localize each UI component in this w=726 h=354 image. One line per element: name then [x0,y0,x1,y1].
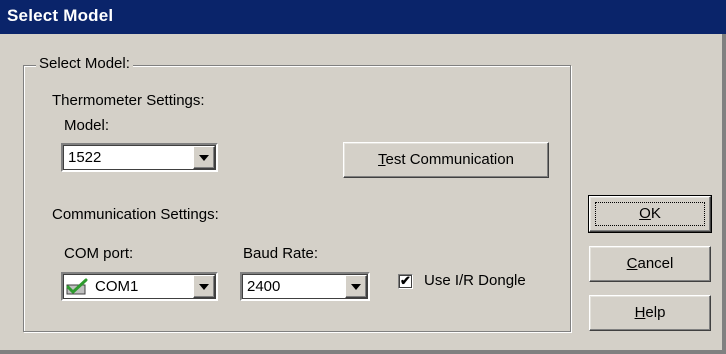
test-label: est Communication [385,151,514,168]
chevron-down-icon [199,155,209,161]
model-select[interactable]: 1522 [61,143,218,172]
checkmark-icon: ✔ [400,273,411,288]
help-mnemonic: H [634,304,646,321]
cancel-button[interactable]: Cancel [589,246,711,282]
ok-button[interactable]: OK [588,195,712,233]
communication-settings-heading: Communication Settings: [52,206,219,223]
title-bar[interactable]: Select Model [0,0,726,34]
use-ir-dongle-checkbox[interactable]: ✔ [398,274,413,289]
help-button[interactable]: Help [589,295,711,331]
window-border-right [722,34,726,354]
group-legend: Select Model: [36,56,133,72]
com-port-label: COM port: [64,245,134,262]
model-label: Model: [64,117,110,134]
help-label: elp [645,304,666,321]
com-port-value: COM1 [95,278,139,295]
model-dropdown-button[interactable] [193,146,215,169]
window-title: Select Model [7,6,114,25]
baud-rate-label: Baud Rate: [243,245,319,262]
chevron-down-icon [199,284,209,290]
cancel-label: ancel [637,255,674,272]
cancel-mnemonic: C [626,255,638,272]
use-ir-dongle-label[interactable]: Use I/R Dongle [424,272,526,290]
focus-rectangle [595,202,705,226]
window-border-bottom [0,350,726,354]
model-select-value: 1522 [68,149,102,166]
thermometer-settings-heading: Thermometer Settings: [52,92,205,109]
baud-rate-select[interactable]: 2400 [240,272,370,301]
chevron-down-icon [351,284,361,290]
test-mnemonic: T [378,151,386,168]
baud-rate-value: 2400 [247,278,281,295]
baud-rate-dropdown-button[interactable] [345,275,367,298]
test-communication-button[interactable]: Test Communication [343,142,549,178]
com-port-dropdown-button[interactable] [193,275,215,298]
com-port-select[interactable]: COM1 [61,272,218,301]
green-check-port-icon [66,278,88,295]
